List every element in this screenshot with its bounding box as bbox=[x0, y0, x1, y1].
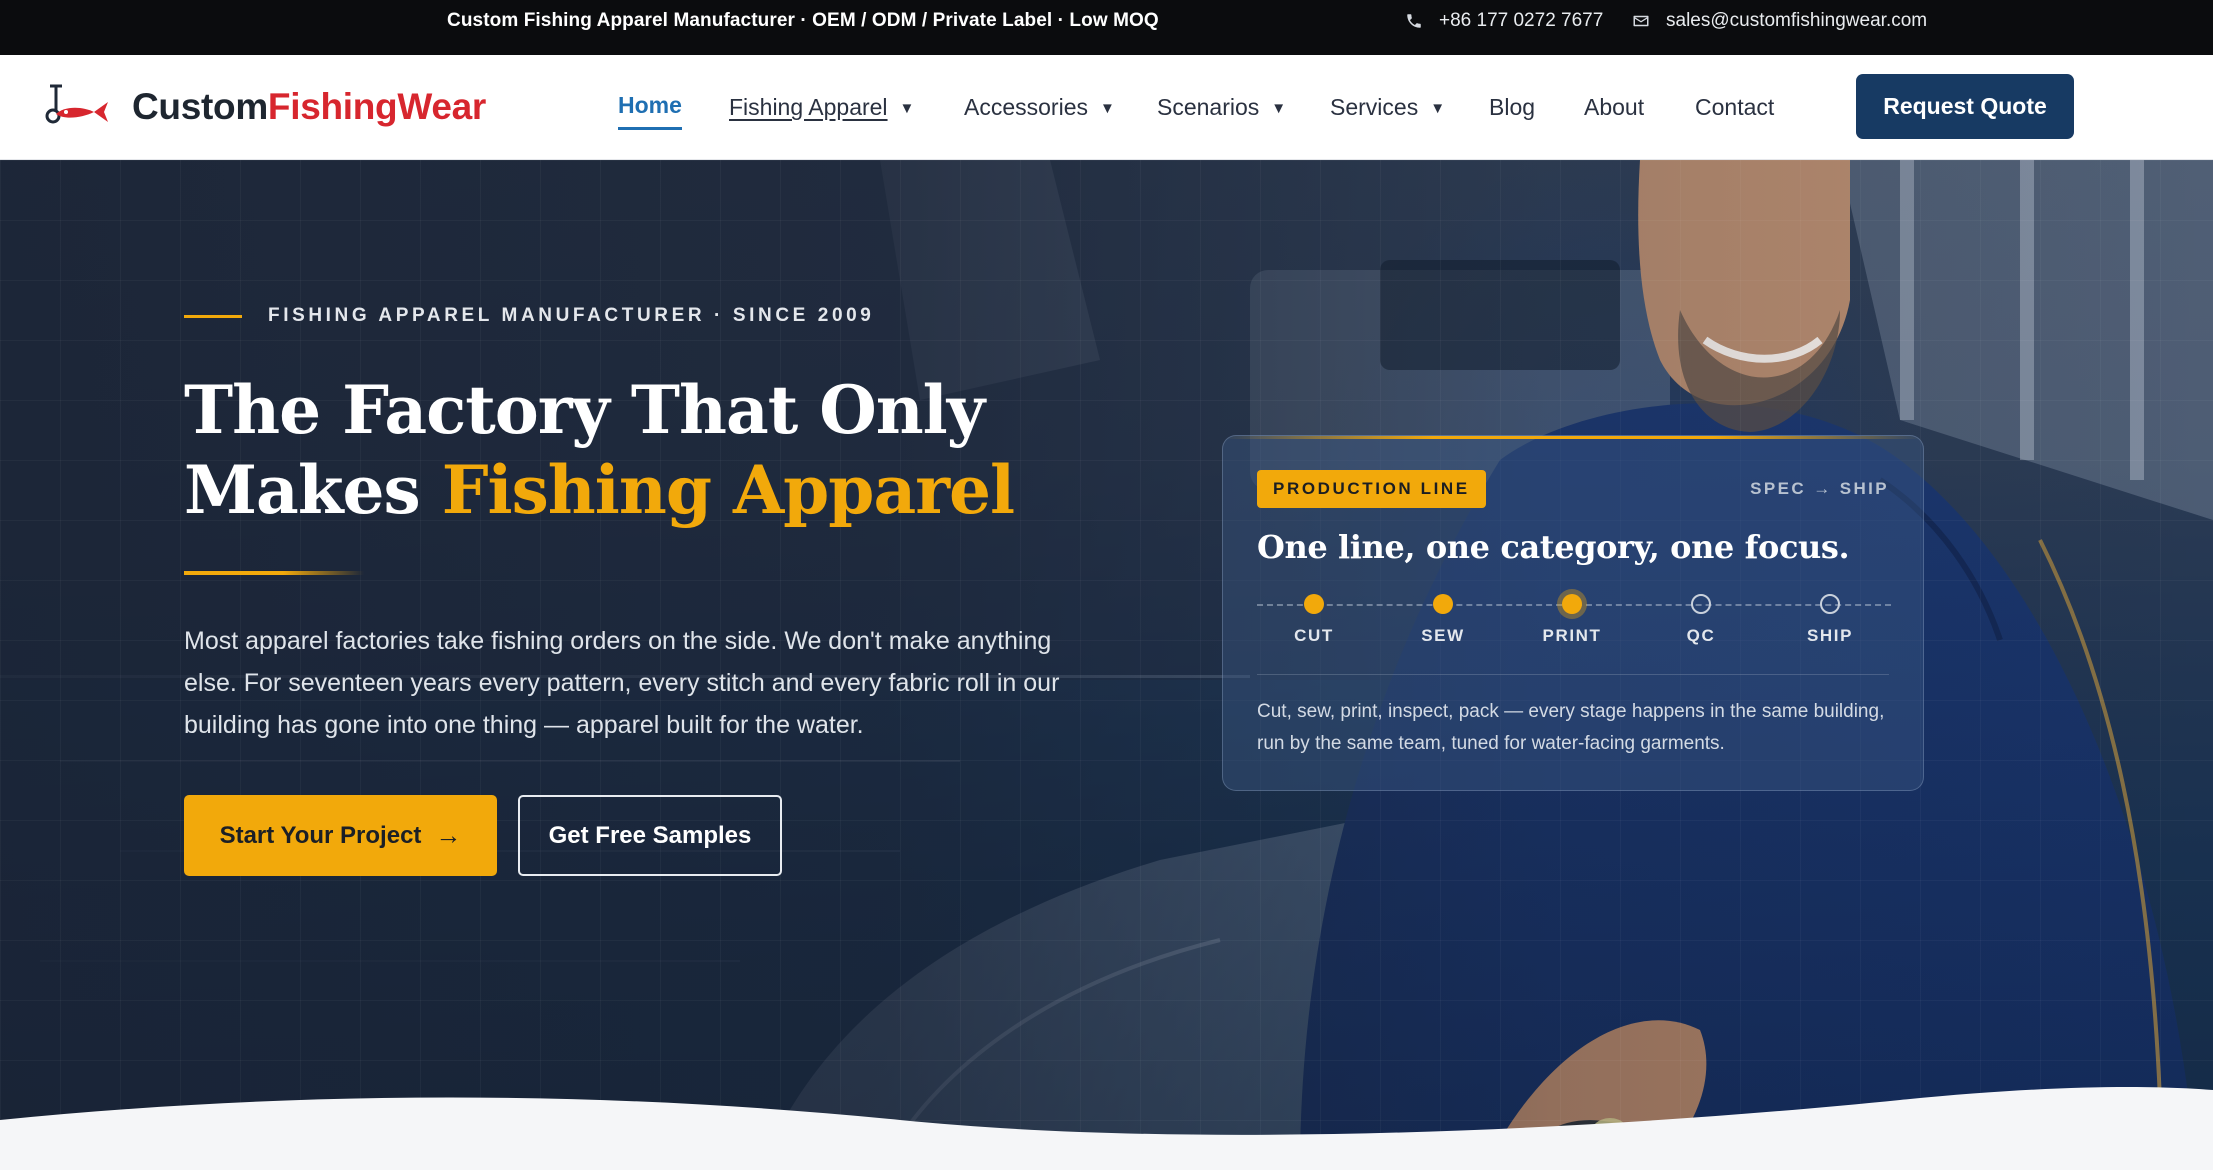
hero-eyebrow-text: FISHING APPAREL MANUFACTURER · SINCE 200… bbox=[268, 305, 875, 326]
production-steps: CUT SEW PRINT QC SHIP bbox=[1257, 594, 1891, 654]
hero-headline: The Factory That Only Makes Fishing Appa… bbox=[184, 370, 1084, 530]
nav-item-scenarios[interactable]: Scenarios ▼ bbox=[1157, 55, 1286, 160]
production-line-card: PRODUCTION LINE SPEC → SHIP One line, on… bbox=[1222, 435, 1924, 791]
nav-item-label: Home bbox=[618, 92, 682, 118]
step-qc: QC bbox=[1641, 594, 1761, 646]
nav-item-blog[interactable]: Blog bbox=[1489, 55, 1535, 160]
step-label: CUT bbox=[1294, 626, 1334, 645]
nav-item-label: Scenarios bbox=[1157, 94, 1260, 120]
top-bar-phone[interactable]: +86 177 0272 7677 bbox=[1405, 0, 1603, 55]
arrow-right-icon: → bbox=[435, 820, 462, 850]
chevron-down-icon: ▼ bbox=[1430, 100, 1446, 117]
mail-icon bbox=[1632, 0, 1656, 42]
step-label: PRINT bbox=[1542, 626, 1602, 645]
step-label: SEW bbox=[1421, 626, 1465, 645]
step-dot bbox=[1304, 594, 1324, 614]
start-project-label: Start Your Project bbox=[219, 821, 422, 849]
chevron-down-icon: ▼ bbox=[1271, 100, 1287, 117]
nav-item-label: Contact bbox=[1695, 94, 1775, 120]
phone-number: +86 177 0272 7677 bbox=[1439, 10, 1604, 31]
nav-item-about[interactable]: About bbox=[1584, 55, 1644, 160]
top-bar-email[interactable]: sales@customfishingwear.com bbox=[1632, 0, 1927, 55]
nav-item-fishing-apparel[interactable]: Fishing Apparel ▼ bbox=[729, 55, 914, 160]
card-description: Cut, sew, print, inspect, pack — every s… bbox=[1257, 701, 1885, 754]
hero-section: FISHING APPAREL MANUFACTURER · SINCE 200… bbox=[0, 160, 2213, 1170]
nav-item-contact[interactable]: Contact bbox=[1695, 55, 1774, 160]
spec-to-ship-label: SPEC → SHIP bbox=[1750, 479, 1889, 498]
card-top-accent bbox=[1223, 436, 1923, 439]
email-address: sales@customfishingwear.com bbox=[1666, 10, 1928, 31]
nav-item-label: Accessories bbox=[964, 94, 1088, 120]
eyebrow-line bbox=[184, 314, 242, 318]
nav-item-accessories[interactable]: Accessories ▼ bbox=[964, 55, 1115, 160]
nav-item-label: Blog bbox=[1489, 94, 1536, 120]
step-sew: SEW bbox=[1383, 594, 1503, 646]
step-cut: CUT bbox=[1254, 594, 1374, 646]
chevron-down-icon: ▼ bbox=[899, 100, 915, 117]
nav-item-label: Services bbox=[1330, 94, 1419, 120]
step-print: PRINT bbox=[1512, 594, 1632, 646]
headline-line-1: The Factory That Only bbox=[184, 371, 985, 449]
nav-item-home[interactable]: Home bbox=[618, 55, 682, 160]
main-navigation: CustomFishingWear Home Fishing Apparel ▼ … bbox=[0, 55, 2213, 160]
card-title: One line, one category, one focus. bbox=[1257, 528, 1850, 566]
chevron-down-icon: ▼ bbox=[1099, 100, 1115, 117]
step-label: QC bbox=[1686, 626, 1716, 645]
top-bar: Custom Fishing Apparel Manufacturer · OE… bbox=[0, 0, 2213, 55]
hero-bottom-wave bbox=[0, 1087, 2213, 1170]
hero-eyebrow: FISHING APPAREL MANUFACTURER · SINCE 200… bbox=[184, 305, 874, 327]
step-dot bbox=[1820, 594, 1840, 614]
step-label: SHIP bbox=[1806, 626, 1854, 645]
headline-line-2-plain: Makes bbox=[184, 451, 442, 529]
step-dot bbox=[1433, 594, 1453, 614]
phone-icon bbox=[1405, 0, 1429, 42]
step-ship: SHIP bbox=[1770, 594, 1890, 646]
headline-underline-rule bbox=[184, 571, 364, 575]
free-samples-button[interactable]: Get Free Samples bbox=[518, 795, 782, 876]
top-bar-tagline: Custom Fishing Apparel Manufacturer · OE… bbox=[447, 10, 1159, 31]
hero-lead-paragraph: Most apparel factories take fishing orde… bbox=[184, 627, 1060, 739]
card-divider bbox=[1257, 674, 1889, 675]
nav-item-label: About bbox=[1584, 94, 1645, 120]
production-line-badge: PRODUCTION LINE bbox=[1257, 470, 1486, 508]
step-dot bbox=[1691, 594, 1711, 614]
nav-item-services[interactable]: Services ▼ bbox=[1330, 55, 1445, 160]
start-project-button[interactable]: Start Your Project → bbox=[184, 795, 497, 876]
nav-item-label: Fishing Apparel bbox=[729, 94, 888, 120]
headline-highlight: Fishing Apparel bbox=[441, 451, 1015, 529]
request-quote-button[interactable]: Request Quote bbox=[1856, 74, 2074, 139]
step-dot bbox=[1562, 594, 1582, 614]
